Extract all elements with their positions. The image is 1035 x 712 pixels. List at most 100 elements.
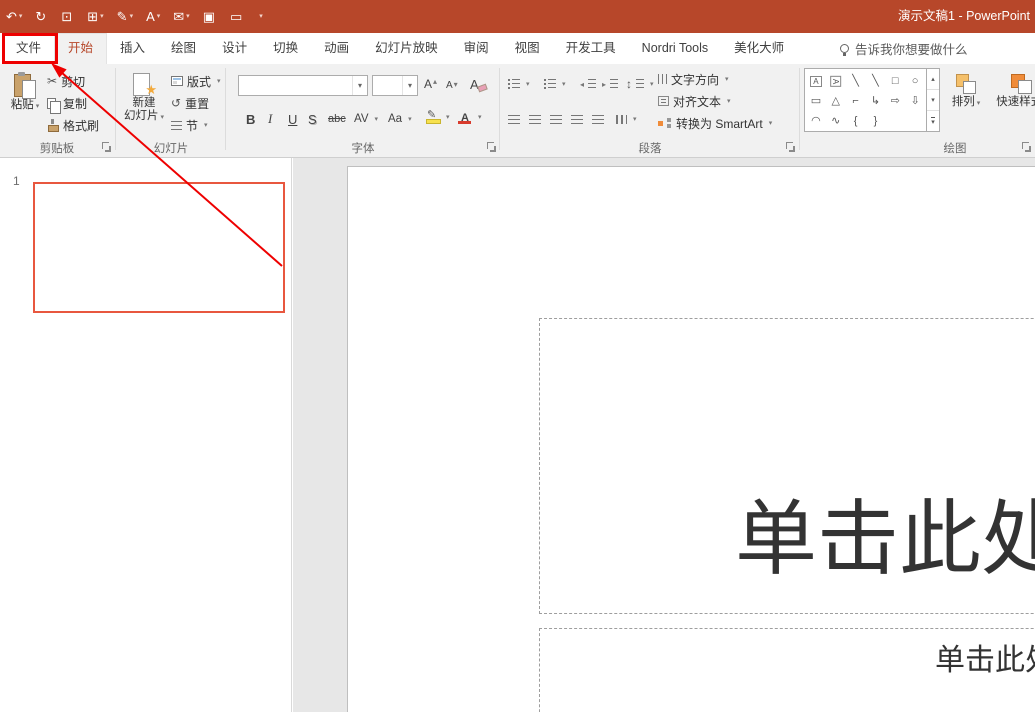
- paragraph-dialog-launcher[interactable]: [786, 142, 796, 152]
- shape-arc[interactable]: ◠: [811, 111, 821, 129]
- convert-to-smartart-button[interactable]: 转换为 SmartArt: [658, 114, 772, 132]
- tab-draw[interactable]: 绘图: [158, 33, 209, 64]
- distribute-text-button[interactable]: [592, 110, 604, 128]
- start-slideshow-button[interactable]: ⊡: [61, 10, 74, 23]
- bullets-icon: [508, 79, 520, 89]
- tell-me-box[interactable]: 告诉我你想要做什么: [840, 33, 968, 64]
- increase-indent-button[interactable]: ▸: [602, 75, 618, 93]
- left-arrow-icon: ◂: [580, 80, 584, 89]
- underline-button[interactable]: U: [288, 110, 297, 128]
- share-button[interactable]: ✉▾: [173, 10, 189, 23]
- align-left-button[interactable]: [508, 110, 520, 128]
- reset-button[interactable]: ↺ 重置: [171, 94, 209, 112]
- shape-rectangle[interactable]: □: [892, 71, 899, 89]
- align-center-button[interactable]: [529, 110, 541, 128]
- title-placeholder[interactable]: 单击此处: [539, 318, 1035, 614]
- cut-button[interactable]: ✂ 剪切: [47, 72, 85, 90]
- gallery-more-button[interactable]: ▾: [927, 111, 939, 131]
- gallery-scroll-down-button[interactable]: ▾: [927, 90, 939, 111]
- qat-icon: ▭: [230, 10, 242, 23]
- font-size-combo[interactable]: [372, 75, 418, 96]
- lightbulb-icon: [840, 44, 849, 53]
- tab-file[interactable]: 文件: [3, 33, 54, 64]
- format-painter-button[interactable]: 格式刷: [47, 116, 99, 134]
- copy-button[interactable]: 复制: [47, 94, 87, 112]
- numbering-icon: [544, 79, 556, 89]
- combo-caret-icon[interactable]: [402, 76, 417, 95]
- shrink-font-button[interactable]: A▾: [446, 76, 458, 94]
- open-button[interactable]: ▭: [230, 10, 244, 23]
- line-spacing-button[interactable]: ↕: [626, 75, 654, 93]
- bold-button[interactable]: B: [246, 110, 255, 128]
- align-text-button[interactable]: 对齐文本: [658, 92, 731, 110]
- tab-home[interactable]: 开始: [54, 33, 107, 64]
- align-right-button[interactable]: [550, 110, 562, 128]
- print-preview-button[interactable]: ⊞▾: [87, 10, 103, 23]
- bullets-button[interactable]: [508, 75, 530, 93]
- font-color-button[interactable]: A: [458, 108, 482, 126]
- shape-left-brace[interactable]: {: [854, 111, 858, 129]
- drawing-dialog-launcher[interactable]: [1022, 142, 1032, 152]
- shape-arrow-down[interactable]: ⇩: [910, 91, 919, 109]
- shape-arrow-right[interactable]: ⇨: [891, 91, 900, 109]
- combo-caret-icon[interactable]: [352, 76, 367, 95]
- strikethrough-button[interactable]: abc: [328, 110, 346, 128]
- shape-line-arrow[interactable]: ╲: [872, 71, 879, 89]
- section-button[interactable]: 节: [171, 116, 208, 134]
- text-shadow-button[interactable]: S: [308, 110, 317, 128]
- tab-review[interactable]: 审阅: [451, 33, 502, 64]
- change-case-button[interactable]: Aa: [388, 110, 412, 128]
- slide-1-thumbnail[interactable]: [33, 182, 285, 313]
- tab-transitions[interactable]: 切换: [260, 33, 311, 64]
- qat-icon: ↻: [35, 10, 46, 23]
- character-spacing-button[interactable]: AV: [354, 110, 378, 128]
- arrange-button[interactable]: 排列: [944, 68, 988, 134]
- text-highlight-color-button[interactable]: ✎: [426, 108, 450, 126]
- tab-developer[interactable]: 开发工具: [553, 33, 629, 64]
- new-slide-button[interactable]: 新建 幻灯片: [119, 68, 169, 134]
- decrease-indent-button[interactable]: ◂: [580, 75, 596, 93]
- tab-animations[interactable]: 动画: [311, 33, 362, 64]
- paste-button[interactable]: 粘贴: [4, 68, 46, 134]
- customize-qat-button[interactable]: ▾: [257, 13, 263, 20]
- justify-button[interactable]: [571, 110, 583, 128]
- columns-button[interactable]: [616, 110, 637, 128]
- redo-button[interactable]: ↻: [35, 10, 48, 23]
- tell-me-label: 告诉我你想要做什么: [855, 39, 968, 58]
- grow-font-button[interactable]: A▴: [424, 75, 437, 93]
- tab-meihua-dashi[interactable]: 美化大师: [721, 33, 797, 64]
- shape-elbow-connector[interactable]: ⌐: [852, 91, 858, 109]
- save-button[interactable]: ▣: [203, 10, 217, 23]
- slide[interactable]: 单击此处 单击此处: [347, 166, 1035, 712]
- shape-line[interactable]: ╲: [852, 71, 859, 89]
- clear-formatting-button[interactable]: A: [470, 75, 479, 93]
- draw-button[interactable]: ✎▾: [117, 10, 133, 23]
- tab-nordri-tools[interactable]: Nordri Tools: [629, 33, 721, 64]
- shape-right-brace[interactable]: }: [874, 111, 878, 129]
- font-dialog-launcher[interactable]: [487, 142, 497, 152]
- numbering-button[interactable]: [544, 75, 566, 93]
- shape-text-box[interactable]: A: [810, 71, 821, 89]
- quick-styles-button[interactable]: 快速样式: [992, 68, 1035, 134]
- shape-oval[interactable]: ○: [912, 71, 919, 89]
- shape-rounded-rectangle[interactable]: ▭: [811, 91, 821, 109]
- tab-label: 幻灯片放映: [375, 41, 438, 55]
- layout-button[interactable]: 版式: [171, 72, 221, 90]
- shape-curve[interactable]: ∿: [831, 111, 840, 129]
- tab-insert[interactable]: 插入: [107, 33, 158, 64]
- tab-view[interactable]: 视图: [502, 33, 553, 64]
- font-tool-button[interactable]: A▾: [146, 10, 160, 23]
- tab-design[interactable]: 设计: [209, 33, 260, 64]
- slide-thumbnail-panel: 1: [0, 158, 292, 712]
- font-name-combo[interactable]: [238, 75, 368, 96]
- undo-button[interactable]: ↶▾: [6, 10, 22, 23]
- clipboard-dialog-launcher[interactable]: [102, 142, 112, 152]
- subtitle-placeholder[interactable]: 单击此处: [539, 628, 1035, 712]
- italic-button[interactable]: I: [268, 110, 272, 128]
- gallery-scroll-up-button[interactable]: ▴: [927, 69, 939, 90]
- shape-elbow-arrow-connector[interactable]: ↳: [871, 91, 880, 109]
- shape-triangle[interactable]: △: [832, 91, 840, 109]
- shape-vertical-text-box[interactable]: A: [830, 71, 841, 89]
- tab-slideshow[interactable]: 幻灯片放映: [362, 33, 451, 64]
- text-direction-button[interactable]: 文字方向: [658, 70, 729, 88]
